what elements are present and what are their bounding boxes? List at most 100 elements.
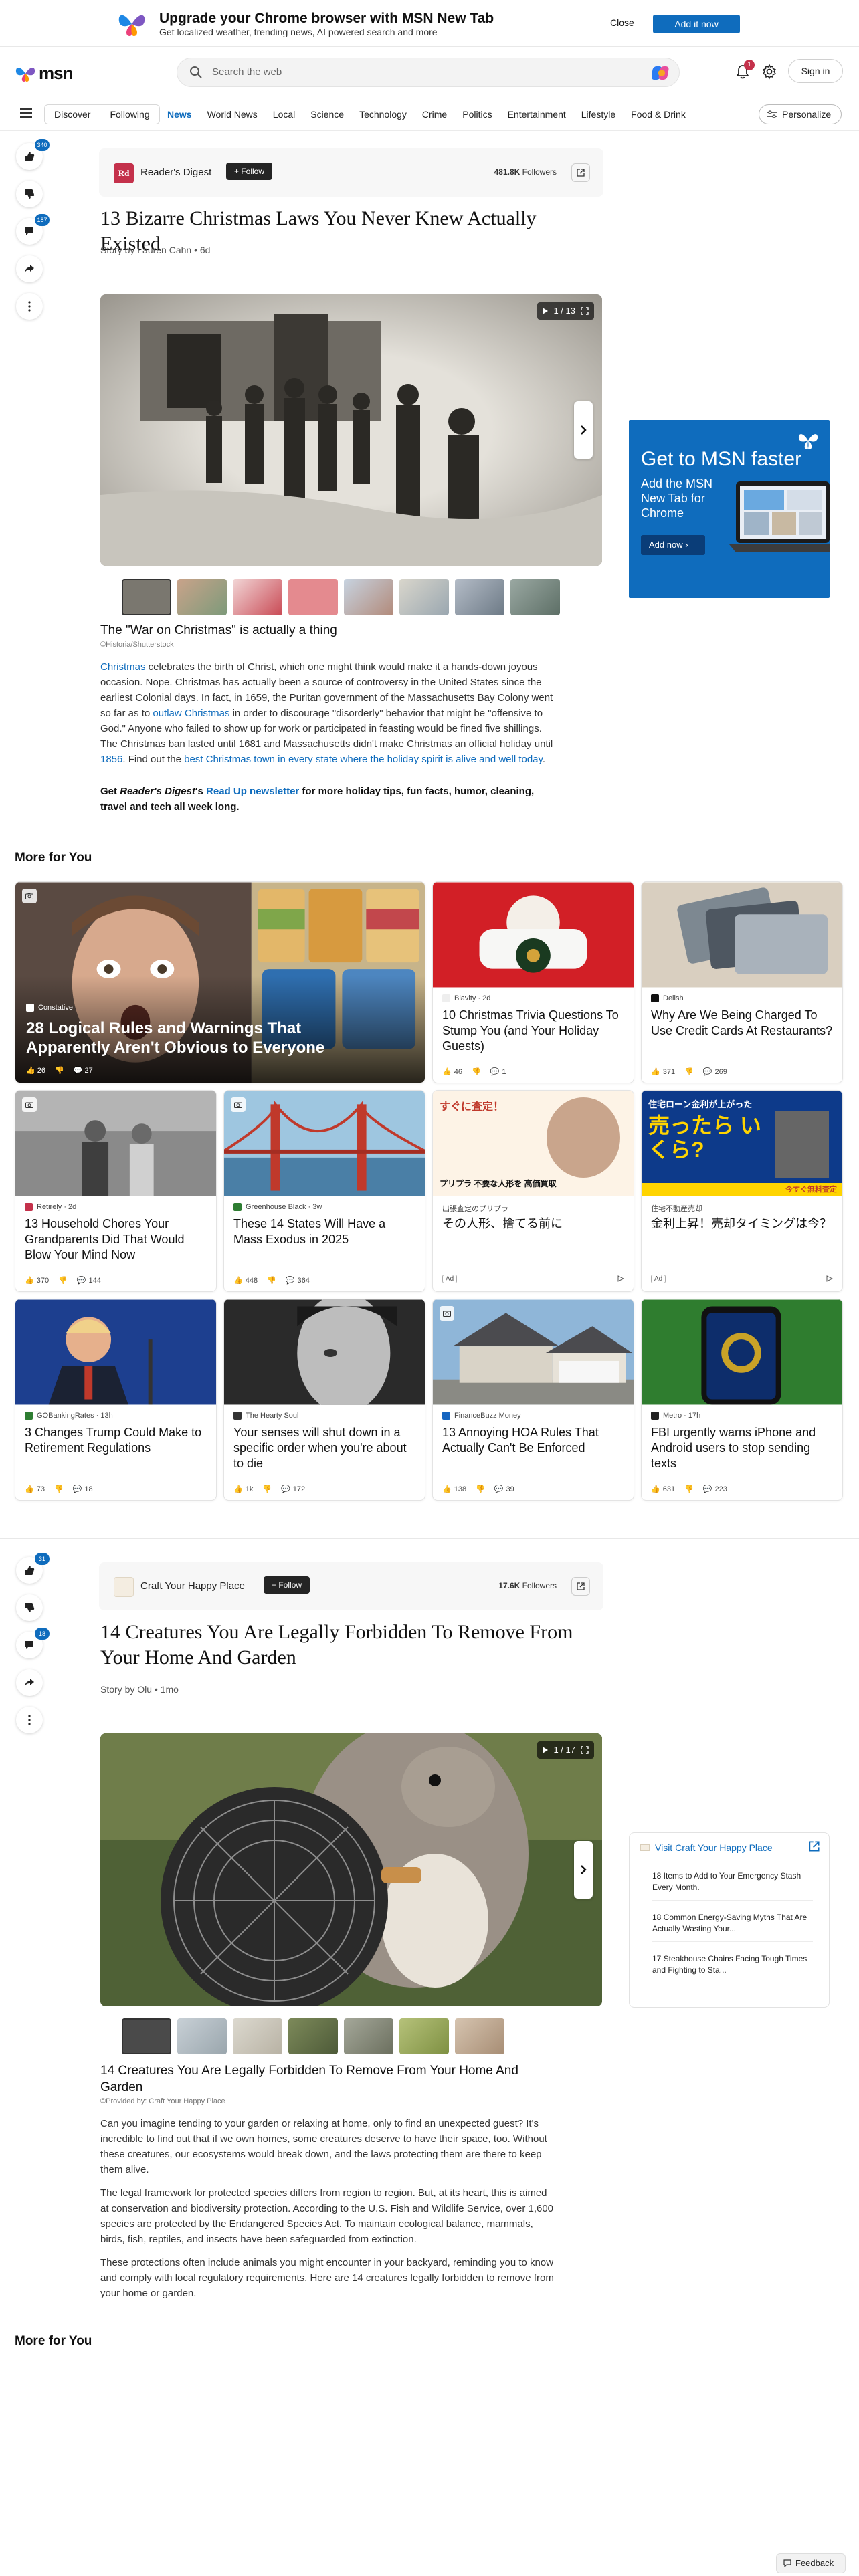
- card-likes[interactable]: 👍 73: [25, 1485, 45, 1494]
- card-likes[interactable]: 👍 46: [442, 1067, 462, 1077]
- related-article-link[interactable]: 17 Steakhouse Chains Facing Tough Times …: [652, 1953, 813, 1983]
- dislike-button[interactable]: [16, 181, 43, 207]
- card-comments[interactable]: 💬 18: [73, 1485, 93, 1494]
- card-comments[interactable]: 💬 172: [281, 1485, 305, 1494]
- slide-thumbnail[interactable]: [177, 579, 227, 615]
- card-comments[interactable]: 💬 39: [494, 1485, 514, 1494]
- next-slide-button[interactable]: [574, 1841, 593, 1899]
- card-comments[interactable]: 💬 269: [703, 1067, 727, 1077]
- open-external-button[interactable]: [571, 1577, 590, 1596]
- slide-thumbnail[interactable]: [233, 2018, 282, 2054]
- slide-thumbnail[interactable]: [288, 2018, 338, 2054]
- hamburger-menu-icon[interactable]: [20, 108, 32, 118]
- slide-thumbnail[interactable]: [344, 2018, 393, 2054]
- slide-thumbnail[interactable]: [288, 579, 338, 615]
- feed-card-ad[interactable]: 住宅ローン金利が上がった 売ったら いくら? 今すぐ無料査定 住宅不動産売却 金…: [641, 1090, 843, 1292]
- feed-card[interactable]: Retirely · 2d 13 Household Chores Your G…: [15, 1090, 217, 1292]
- ad-add-now-button[interactable]: Add now ›: [641, 535, 705, 555]
- promo-close-link[interactable]: Close: [610, 17, 634, 28]
- feed-card[interactable]: Greenhouse Black · 3w These 14 States Wi…: [223, 1090, 425, 1292]
- external-link-icon[interactable]: [809, 1841, 820, 1852]
- follow-button[interactable]: + Follow: [226, 163, 273, 180]
- slide-thumbnail[interactable]: [455, 579, 504, 615]
- dislike-button[interactable]: [16, 1594, 43, 1621]
- nav-item-local[interactable]: Local: [273, 109, 295, 120]
- search-box[interactable]: Search the web: [177, 58, 680, 87]
- feed-card[interactable]: Blavity · 2d 10 Christmas Trivia Questio…: [432, 881, 634, 1083]
- tab-following[interactable]: Following: [100, 109, 159, 120]
- card-dislike[interactable]: 👎: [472, 1067, 481, 1076]
- slide-thumbnail[interactable]: [399, 579, 449, 615]
- open-external-button[interactable]: [571, 163, 590, 182]
- card-dislike[interactable]: 👎: [267, 1276, 276, 1285]
- nav-item-lifestyle[interactable]: Lifestyle: [581, 109, 615, 120]
- card-likes[interactable]: 👍 26: [26, 1066, 45, 1075]
- link-1856[interactable]: 1856: [100, 754, 122, 765]
- feedback-button[interactable]: Feedback: [776, 2553, 846, 2573]
- msn-logo[interactable]: msn: [15, 63, 75, 83]
- follow-button[interactable]: + Follow: [264, 1576, 310, 1594]
- feed-card-ad[interactable]: すぐに査定！ プリプラ 不要な人形を 高価買取 出張査定のプリプラ その人形、捨…: [432, 1090, 634, 1292]
- feed-card[interactable]: Delish Why Are We Being Charged To Use C…: [641, 881, 843, 1083]
- more-options-button[interactable]: [16, 293, 43, 320]
- card-dislike[interactable]: 👎: [684, 1485, 694, 1493]
- card-likes[interactable]: 👍 370: [25, 1276, 49, 1285]
- copilot-icon[interactable]: [652, 64, 671, 82]
- publisher-name[interactable]: Reader's Digest: [140, 167, 211, 178]
- ad-choices-icon[interactable]: [826, 1275, 833, 1282]
- feed-card-large[interactable]: Constative 28 Logical Rules and Warnings…: [15, 881, 425, 1083]
- feed-card[interactable]: Metro · 17h FBI urgently warns iPhone an…: [641, 1299, 843, 1501]
- link-christmas[interactable]: Christmas: [100, 661, 146, 673]
- slide-thumbnail[interactable]: [122, 579, 171, 615]
- slide-thumbnail[interactable]: [510, 579, 560, 615]
- slide-thumbnail[interactable]: [177, 2018, 227, 2054]
- card-comments[interactable]: 💬 223: [703, 1485, 727, 1494]
- more-options-button[interactable]: [16, 1707, 43, 1733]
- play-icon[interactable]: [543, 308, 549, 314]
- related-article-link[interactable]: 18 Items to Add to Your Emergency Stash …: [652, 1870, 813, 1901]
- card-likes[interactable]: 👍 138: [442, 1485, 466, 1494]
- publisher-name[interactable]: Craft Your Happy Place: [140, 1580, 245, 1592]
- card-likes[interactable]: 👍 448: [233, 1276, 258, 1285]
- nav-item-food-drink[interactable]: Food & Drink: [631, 109, 686, 120]
- card-dislike[interactable]: 👎: [476, 1485, 485, 1493]
- slide-thumbnail[interactable]: [399, 2018, 449, 2054]
- slide-thumbnail[interactable]: [455, 2018, 504, 2054]
- share-button[interactable]: [16, 1669, 43, 1696]
- feed-card[interactable]: FinanceBuzz Money 13 Annoying HOA Rules …: [432, 1299, 634, 1501]
- card-dislike[interactable]: 👎: [58, 1276, 68, 1285]
- link-read-up-newsletter[interactable]: Read Up newsletter: [206, 786, 299, 797]
- slide-thumbnail[interactable]: [233, 579, 282, 615]
- card-comments[interactable]: 💬 144: [77, 1276, 101, 1285]
- nav-item-science[interactable]: Science: [310, 109, 344, 120]
- notifications-bell-icon[interactable]: 1: [735, 60, 755, 80]
- nav-item-world-news[interactable]: World News: [207, 109, 258, 120]
- slide-thumbnail[interactable]: [122, 2018, 171, 2054]
- related-article-link[interactable]: 18 Common Energy-Saving Myths That Are A…: [652, 1912, 813, 1942]
- settings-gear-icon[interactable]: [761, 64, 777, 80]
- publisher-logo[interactable]: [114, 1577, 134, 1597]
- card-dislike[interactable]: 👎: [684, 1067, 694, 1076]
- nav-item-entertainment[interactable]: Entertainment: [508, 109, 566, 120]
- card-dislike[interactable]: 👎: [55, 1066, 64, 1075]
- fullscreen-icon[interactable]: [581, 1746, 589, 1754]
- personalize-button[interactable]: Personalize: [759, 104, 842, 124]
- card-dislike[interactable]: 👎: [262, 1485, 272, 1493]
- card-comments[interactable]: 💬 364: [286, 1276, 310, 1285]
- next-slide-button[interactable]: [574, 401, 593, 459]
- feed-card[interactable]: GOBankingRates · 13h 3 Changes Trump Cou…: [15, 1299, 217, 1501]
- fullscreen-icon[interactable]: [581, 307, 589, 315]
- play-icon[interactable]: [543, 1747, 549, 1753]
- msn-promo-ad[interactable]: Get to MSN faster Add the MSN New Tab fo…: [629, 420, 830, 598]
- card-likes[interactable]: 👍 631: [651, 1485, 675, 1494]
- slideshow-hero[interactable]: 1 / 17: [100, 1733, 602, 2006]
- link-best-christmas-town[interactable]: best Christmas town in every state where…: [184, 754, 543, 765]
- share-button[interactable]: [16, 255, 43, 282]
- card-comments[interactable]: 💬 27: [74, 1066, 93, 1075]
- tab-discover[interactable]: Discover: [45, 109, 100, 120]
- nav-item-news[interactable]: News: [167, 109, 192, 120]
- nav-item-crime[interactable]: Crime: [422, 109, 447, 120]
- visit-publisher-link[interactable]: Visit Craft Your Happy Place: [640, 1842, 773, 1853]
- link-outlaw-christmas[interactable]: outlaw Christmas: [153, 708, 229, 719]
- card-likes[interactable]: 👍 371: [651, 1067, 675, 1077]
